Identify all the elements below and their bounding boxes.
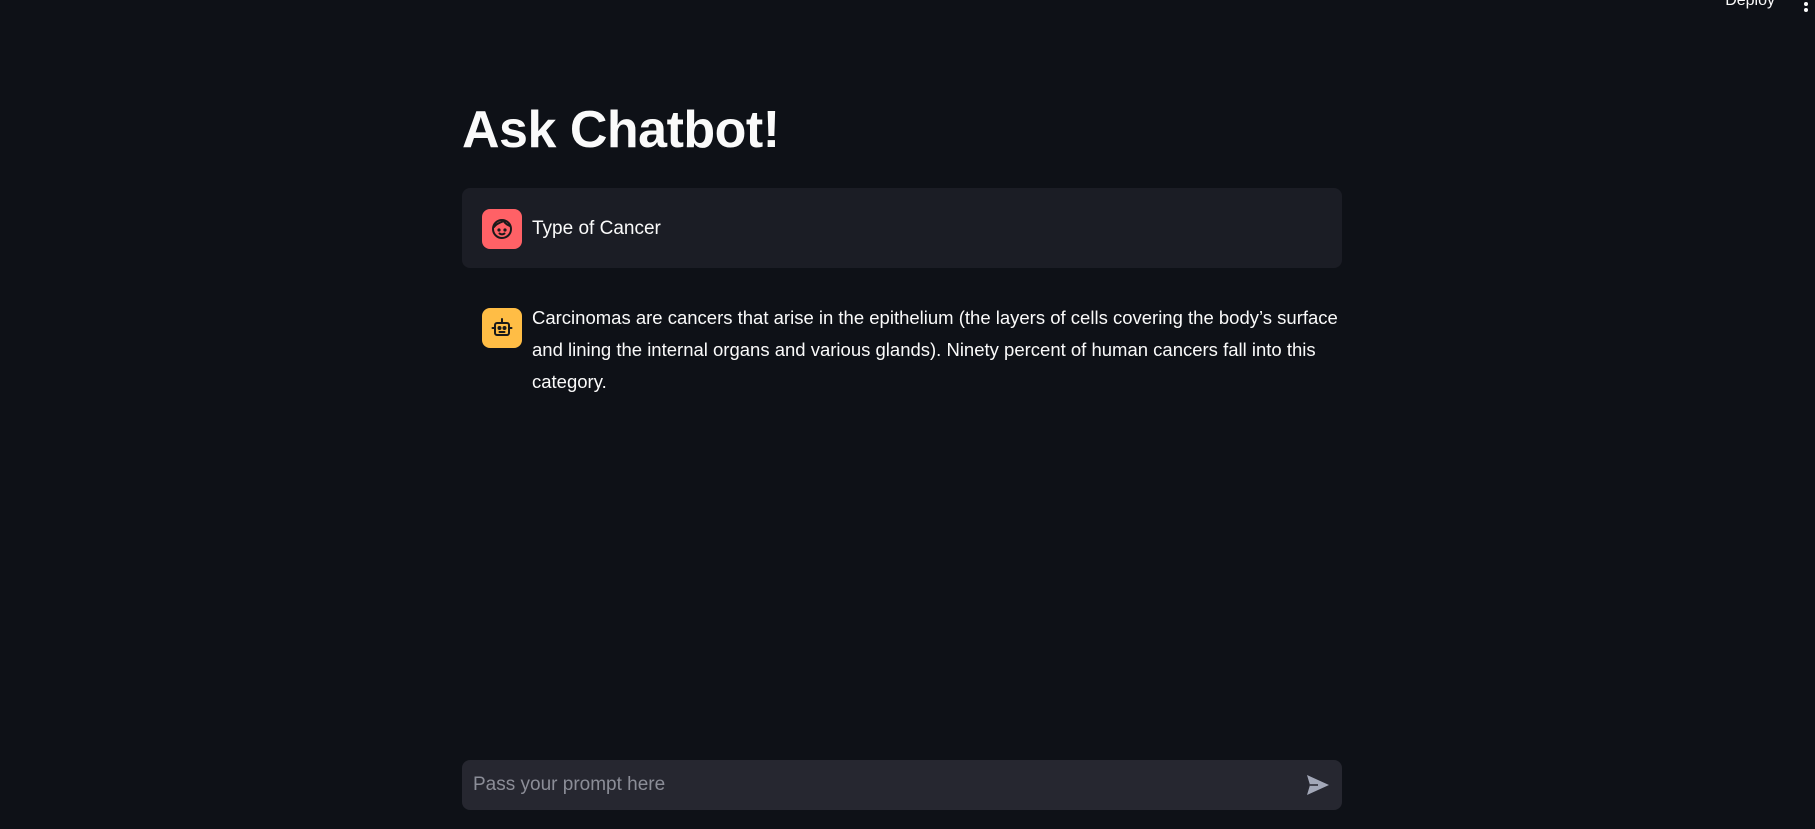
chat-prompt-input[interactable] (462, 760, 1282, 810)
send-icon (1307, 775, 1329, 795)
robot-icon (482, 308, 522, 348)
deploy-button[interactable]: Deploy (1725, 0, 1775, 10)
send-button[interactable] (1304, 772, 1332, 798)
message-text: Type of Cancer (532, 218, 661, 239)
top-toolbar: Deploy (1615, 0, 1815, 14)
chat-message-user: Type of Cancer (462, 188, 1342, 268)
app-root: Deploy Ask Chatbot! Type of Cancer Carci… (0, 0, 1815, 829)
chat-message-assistant: Carcinomas are cancers that arise in the… (462, 296, 1342, 406)
message-text: Carcinomas are cancers that arise in the… (532, 307, 1338, 392)
more-vertical-icon[interactable] (1801, 0, 1811, 12)
page-title: Ask Chatbot! (462, 101, 780, 159)
chat-input-container (462, 760, 1342, 810)
user-face-icon (482, 209, 522, 249)
